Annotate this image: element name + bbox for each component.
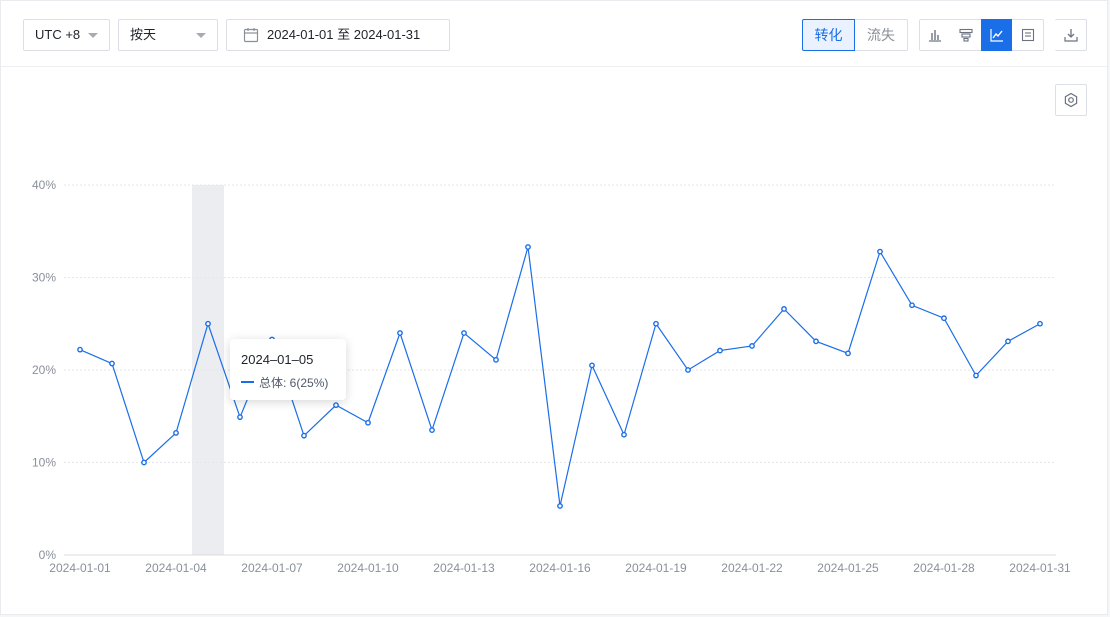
x-tick-label: 2024-01-04 [145,561,207,575]
data-point [429,427,435,434]
x-tick-label: 2024-01-22 [721,561,783,575]
tooltip-value: 总体: 6(25%) [259,374,328,391]
data-point [109,360,115,367]
data-point [813,338,819,345]
y-tick-label: 40% [32,178,56,192]
x-tick-label: 2024-01-13 [433,561,495,575]
data-point [333,402,339,409]
data-point [1005,338,1011,345]
data-point [877,248,883,255]
data-point [557,503,563,509]
data-point [493,356,499,363]
data-point [973,372,979,379]
data-point [845,350,851,357]
data-point [237,414,243,421]
tooltip-date: 2024–01–05 [241,352,314,367]
x-tick-label: 2024-01-16 [529,561,591,575]
data-point [685,367,691,373]
tooltip-value-text: : 6(25%) [283,376,329,390]
data-point [77,346,83,353]
x-tick-label: 2024-01-31 [1009,561,1071,575]
tooltip-series-label: 总体 [259,376,284,390]
data-point [653,320,659,327]
x-tick-label: 2024-01-19 [625,561,687,575]
x-tick-label: 2024-01-07 [241,561,303,575]
y-tick-label: 30% [32,271,56,285]
data-point [589,362,595,369]
data-point [205,320,211,327]
y-tick-label: 10% [32,456,56,470]
x-tick-label: 2024-01-01 [49,561,111,575]
data-point [621,431,627,438]
y-tick-label: 0% [39,548,57,562]
data-point [717,347,723,354]
x-tick-label: 2024-01-10 [337,561,399,575]
data-point [173,429,179,436]
data-point [141,459,147,466]
data-point [941,315,947,322]
x-tick-label: 2024-01-28 [913,561,975,575]
x-tick-label: 2024-01-25 [817,561,879,575]
line-chart: 0% 10% 20% 30% 40% 2024-01-01 2024-01-04 2024-0… [32,178,1071,575]
data-point [461,330,467,336]
y-tick-label: 20% [32,363,56,377]
data-point [365,419,371,426]
chart-tooltip: 2024–01–05 总体: 6(25%) [230,339,346,400]
tooltip-series-swatch [241,381,254,383]
data-point [301,432,307,439]
data-point [525,244,531,250]
data-point [749,343,755,349]
data-point [397,330,403,336]
data-point [781,306,787,312]
data-point [909,302,915,309]
data-point [1037,320,1043,327]
